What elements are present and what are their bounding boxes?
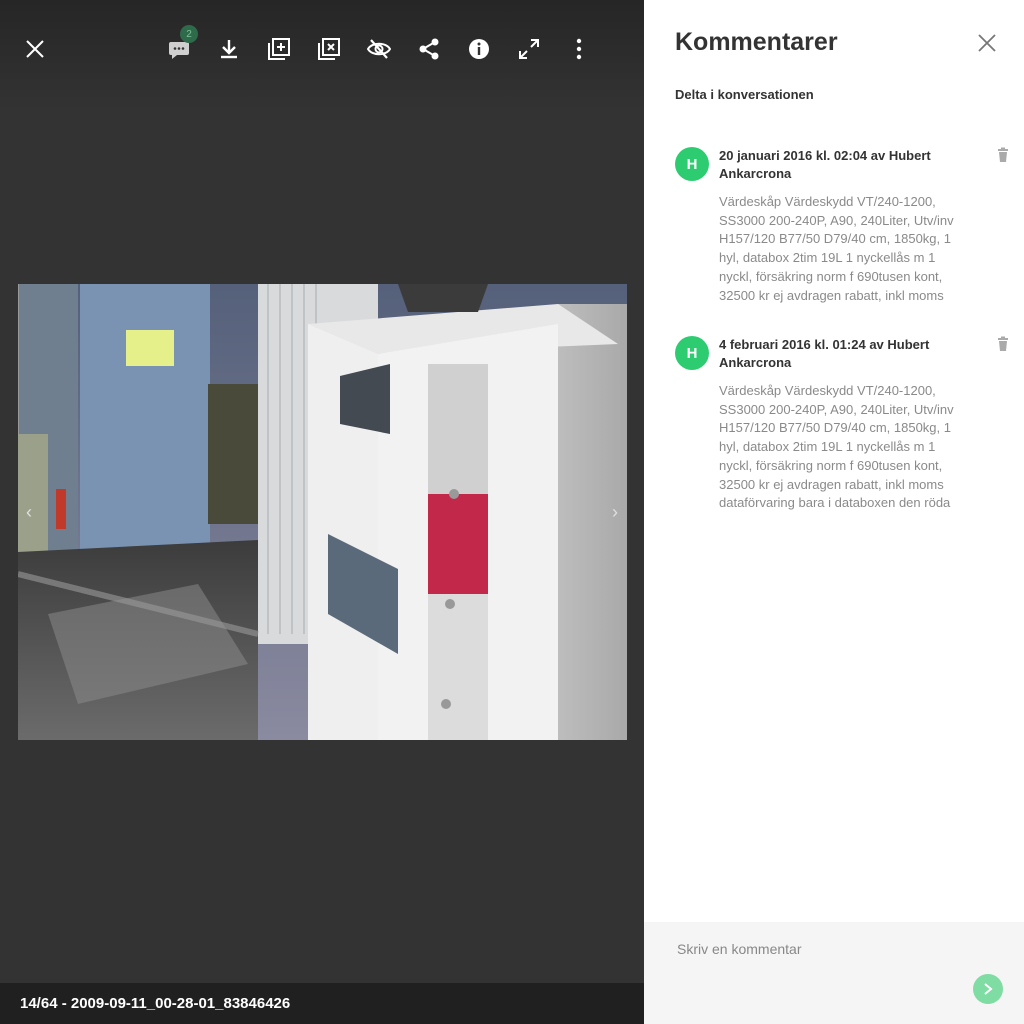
comment-count-badge: 2 [180,25,198,43]
more-icon [576,38,582,60]
fullscreen-icon [519,39,539,59]
image-caption: 14/64 - 2009-09-11_00-28-01_83846426 [0,983,644,1024]
remove-from-collection-button[interactable] [313,33,345,65]
close-viewer-button[interactable] [19,33,51,65]
download-icon [221,40,237,59]
panel-title: Kommentarer [675,28,838,56]
comment-text: Värdeskåp Värdeskydd VT/240-1200, SS3000… [719,383,954,511]
comment-input-area [644,922,1024,1024]
chevron-left-icon: ‹ [26,501,32,522]
remove-from-collection-icon [318,38,340,60]
share-icon [419,38,439,60]
avatar: H [675,336,709,370]
trash-icon [998,336,1008,351]
comment-header: 4 februari 2016 kl. 01:24 av Hubert Anka… [719,337,930,370]
info-button[interactable] [463,33,495,65]
comment-input[interactable] [675,938,979,960]
fullscreen-button[interactable] [513,33,545,65]
close-icon [978,34,996,52]
add-to-collection-icon [268,38,290,60]
conversation-subtitle: Delta i konversationen [675,87,814,102]
next-image-button[interactable]: › [603,499,627,525]
safe-photo-illustration [18,284,627,740]
hide-icon [367,39,391,59]
hide-button[interactable] [363,33,395,65]
chevron-right-icon [984,983,993,995]
share-button[interactable] [413,33,445,65]
more-options-button[interactable] [563,33,595,65]
avatar: H [675,147,709,181]
close-panel-button[interactable] [976,32,998,54]
photo [18,284,627,740]
delete-comment-button[interactable] [995,147,1011,163]
image-viewer: 2 ‹ › 14/64 - 2009-09-11_00-28-01_838464… [0,0,644,1024]
chevron-right-icon: › [612,501,618,522]
previous-image-button[interactable]: ‹ [17,499,41,525]
info-icon [469,39,489,59]
close-icon [26,40,44,58]
send-comment-button[interactable] [973,974,1003,1004]
comments-panel: Kommentarer Delta i konversationen H 20 … [644,0,1024,1024]
comment-header: 20 januari 2016 kl. 02:04 av Hubert Anka… [719,148,931,181]
comment-text: Värdeskåp Värdeskydd VT/240-1200, SS3000… [719,194,954,303]
download-button[interactable] [213,33,245,65]
add-to-collection-button[interactable] [263,33,295,65]
delete-comment-button[interactable] [995,336,1011,352]
comments-button[interactable]: 2 [163,25,198,65]
trash-icon [998,147,1008,162]
